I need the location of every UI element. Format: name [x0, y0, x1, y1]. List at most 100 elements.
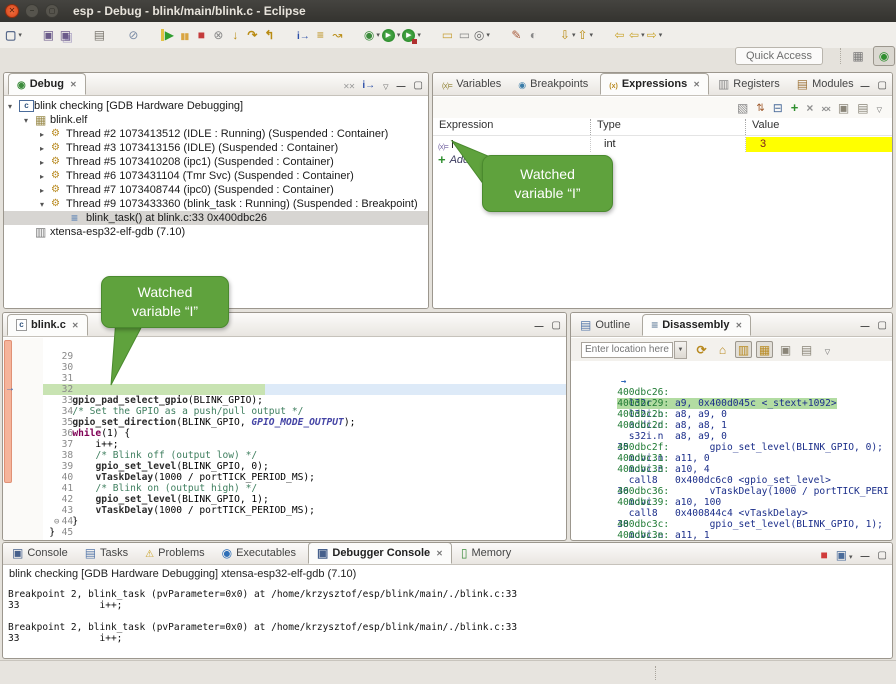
expressions-toolbar-icon[interactable]	[756, 101, 764, 114]
console-toolbar-icon[interactable]	[861, 549, 870, 561]
toolbar-button[interactable]	[159, 25, 176, 45]
toolbar-button[interactable]	[473, 25, 491, 45]
console-tab[interactable]: Debugger Console	[308, 542, 452, 564]
disassembly-toolbar-button[interactable]	[693, 341, 710, 358]
panel-window-icon[interactable]	[552, 318, 561, 331]
toolbar-button[interactable]	[401, 25, 422, 45]
expander-icon[interactable]: ▸	[40, 158, 51, 167]
location-dropdown-icon[interactable]: ▼	[674, 341, 687, 359]
debug-tree-item[interactable]: ▸ Thread #6 1073431104 (Tmr Svc) (Suspen…	[4, 169, 428, 183]
expander-icon[interactable]: ▾	[40, 200, 51, 209]
tab-close-icon[interactable]	[735, 321, 742, 330]
perspective-button[interactable]	[873, 46, 895, 66]
toolbar-button[interactable]	[628, 25, 646, 45]
toolbar-button[interactable]	[422, 25, 439, 45]
toolbar-button[interactable]	[193, 25, 210, 45]
disassembly-toolbar-button[interactable]	[714, 341, 731, 358]
toolbar-button[interactable]	[142, 25, 159, 45]
toolbar-button[interactable]	[210, 25, 227, 45]
toolbar-button[interactable]	[329, 25, 346, 45]
toolbar-button[interactable]	[57, 25, 74, 45]
tab-close-icon[interactable]	[693, 80, 700, 89]
panel-toolbar-icon[interactable]	[362, 78, 375, 91]
toolbar-button[interactable]	[559, 25, 577, 45]
disassembly-toolbar-button[interactable]	[819, 341, 836, 358]
editor-tab[interactable]: blink.c	[7, 314, 88, 336]
view-tab[interactable]: Variables	[434, 73, 509, 95]
tab-close-icon[interactable]	[436, 549, 443, 558]
window-control-icon[interactable]	[45, 4, 59, 18]
toolbar-button[interactable]	[108, 25, 125, 45]
expander-icon[interactable]: ▸	[40, 186, 51, 195]
toolbar-button[interactable]	[346, 25, 363, 45]
code-line[interactable]: 32 while(1) {	[3, 373, 566, 384]
view-tab[interactable]: Outline	[572, 314, 638, 336]
debug-tree-item[interactable]: ▾ Thread #9 1073433360 (blink_task : Run…	[4, 197, 428, 211]
expander-icon[interactable]: ▸	[40, 130, 51, 139]
console-toolbar-icon[interactable]	[836, 549, 853, 561]
console-toolbar-icon[interactable]	[820, 549, 827, 561]
tab-debug[interactable]: Debug	[8, 73, 86, 95]
panel-window-icon[interactable]	[861, 319, 870, 331]
disassembly-toolbar-button[interactable]	[777, 341, 794, 358]
expander-icon[interactable]: ▸	[40, 144, 51, 153]
panel-window-icon[interactable]	[535, 319, 544, 331]
expressions-toolbar-icon[interactable]	[877, 102, 882, 114]
toolbar-button[interactable]	[542, 25, 559, 45]
toolbar-button[interactable]	[381, 25, 402, 45]
debug-tree-item[interactable]: blink_task() at blink.c:33 0x400dbc26	[4, 211, 428, 225]
console-output[interactable]: Breakpoint 2, blink_task (pvParameter=0x…	[3, 587, 892, 644]
console-tab[interactable]: Problems	[137, 542, 212, 564]
code-line[interactable]: }	[3, 527, 566, 538]
column-value[interactable]: Value	[746, 119, 892, 135]
debug-tree-item[interactable]: ▸ Thread #5 1073410208 (ipc1) (Suspended…	[4, 155, 428, 169]
code-line[interactable]: 31 gpio_set_direction(BLINK_GPIO, GPIO_M…	[3, 362, 566, 373]
expressions-toolbar-icon[interactable]	[857, 102, 868, 114]
toolbar-button[interactable]	[439, 25, 456, 45]
view-tab[interactable]: Expressions	[600, 73, 709, 95]
debug-tree-item[interactable]: ▾ blink.elf	[4, 113, 428, 127]
disassembly-toolbar-button[interactable]	[756, 341, 773, 358]
toolbar-button[interactable]	[91, 25, 108, 45]
debug-tree-item[interactable]: ▾ blink checking [GDB Hardware Debugging…	[4, 99, 428, 113]
toolbar-button[interactable]	[278, 25, 295, 45]
window-control-icon[interactable]	[25, 4, 39, 18]
console-tab[interactable]: Executables	[214, 542, 304, 564]
toolbar-button[interactable]	[295, 25, 312, 45]
toolbar-button[interactable]	[4, 25, 23, 45]
view-tab[interactable]: Registers	[710, 73, 788, 95]
debug-tree-item[interactable]: ▸ Thread #2 1073413512 (IDLE : Running) …	[4, 127, 428, 141]
column-type[interactable]: Type	[591, 119, 746, 135]
expressions-toolbar-icon[interactable]	[821, 102, 830, 114]
expression-row[interactable]: i int 3	[433, 137, 892, 152]
disassembly-line[interactable]: → 400dbc26: l32r a9, 0x400d045c <_stext+…	[571, 365, 892, 376]
panel-window-icon[interactable]	[878, 318, 887, 331]
toolbar-button[interactable]	[176, 25, 193, 45]
view-tab[interactable]: Modules	[789, 73, 862, 95]
toolbar-button[interactable]	[576, 25, 594, 45]
console-tab[interactable]: Tasks	[77, 542, 136, 564]
code-area[interactable]: 29 gpio_pad_select_gpio(BLINK_GPIO); 30 …	[3, 338, 566, 538]
column-expression[interactable]: Expression	[433, 119, 591, 135]
toolbar-button[interactable]	[23, 25, 40, 45]
expander-icon[interactable]: ▾	[24, 116, 35, 125]
panel-window-icon[interactable]	[878, 78, 887, 91]
disassembly-listing[interactable]: → 400dbc26: l32r a9, 0x400d045c <_stext+…	[571, 363, 892, 541]
toolbar-button[interactable]	[261, 25, 278, 45]
code-line[interactable]: 45 xTaskCreate(&blink_task, "blink_task"…	[3, 516, 566, 527]
disassembly-toolbar-button[interactable]	[735, 341, 752, 358]
console-tab[interactable]: Memory	[453, 542, 519, 564]
location-input[interactable]	[581, 342, 673, 358]
view-tab[interactable]: Disassembly	[642, 314, 751, 336]
window-control-icon[interactable]	[5, 4, 19, 18]
toolbar-button[interactable]	[594, 25, 611, 45]
toolbar-button[interactable]	[491, 25, 508, 45]
toolbar-button[interactable]	[456, 25, 473, 45]
panel-toolbar-icon[interactable]	[414, 78, 423, 91]
code-line[interactable]: 33 i++;	[3, 384, 566, 395]
debug-tree-item[interactable]: ▸ Thread #7 1073408744 (ipc0) (Suspended…	[4, 183, 428, 197]
toolbar-button[interactable]	[312, 25, 329, 45]
view-tab[interactable]: Breakpoints	[510, 73, 596, 95]
expressions-toolbar-icon[interactable]	[838, 102, 849, 114]
expander-icon[interactable]: ▾	[8, 102, 19, 111]
